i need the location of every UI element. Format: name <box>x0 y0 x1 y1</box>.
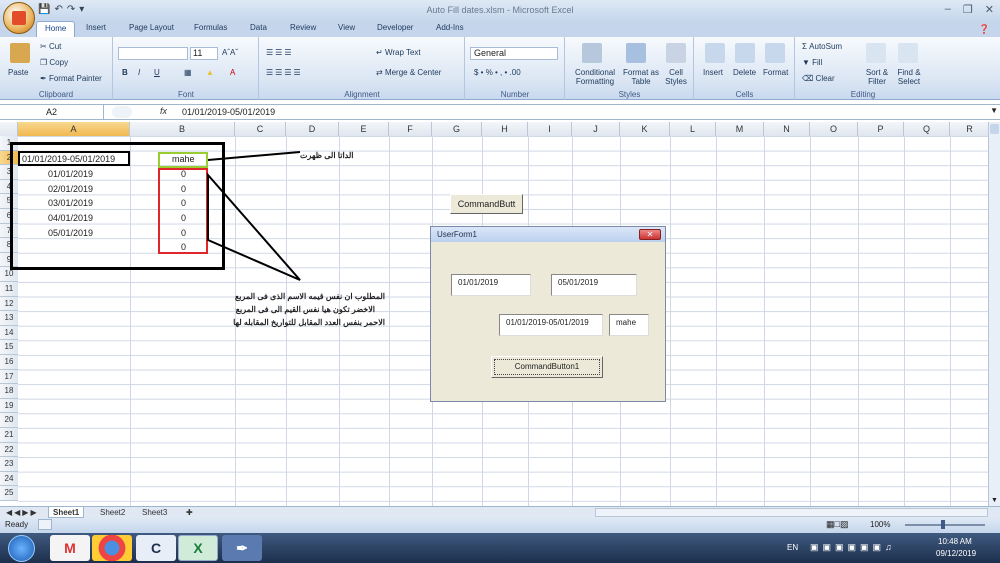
ccleaner-icon[interactable]: C <box>136 535 176 561</box>
taskbar: M C X ✒ EN ▣▣▣▣▣▣♫ 10:48 AM 09/12/2019 <box>0 533 1000 563</box>
textbox-date-range[interactable]: 01/01/2019-05/01/2019 <box>499 314 603 336</box>
horizontal-scrollbar[interactable] <box>595 508 988 517</box>
arrow-green <box>207 151 301 161</box>
zoom-slider[interactable] <box>905 524 985 526</box>
sheet-command-button[interactable]: CommandButt <box>450 194 523 214</box>
annotation-note-2-line-1: المطلوب ان نفس قيمه الاسم الذى فى المربع <box>234 292 385 301</box>
zoom-level[interactable]: 100% <box>870 520 890 529</box>
vertical-scrollbar[interactable]: ▼ <box>988 122 1000 506</box>
office-logo-icon <box>12 11 26 25</box>
start-button[interactable] <box>8 535 35 562</box>
scroll-down-icon[interactable]: ▼ <box>991 497 998 504</box>
close-icon[interactable]: ✕ <box>639 229 661 240</box>
commandbutton1[interactable]: CommandButton1 <box>491 356 603 378</box>
sheet-tab-3[interactable]: Sheet3 <box>138 507 171 518</box>
arrow-red <box>207 172 301 281</box>
gmail-icon[interactable]: M <box>50 535 90 561</box>
office-button[interactable] <box>3 2 35 34</box>
insert-sheet-icon[interactable]: ✚ <box>182 507 197 518</box>
clock-time[interactable]: 10:48 AM <box>938 537 972 546</box>
excel-icon[interactable]: X <box>178 535 218 561</box>
textbox-end-date[interactable]: 05/01/2019 <box>551 274 637 296</box>
scroll-thumb[interactable] <box>990 124 999 134</box>
sheet-tab-bar: ◀◀▶▶ Sheet1 Sheet2 Sheet3 ✚ <box>0 506 1000 518</box>
view-buttons-icon[interactable]: ▦□▨ <box>826 519 848 530</box>
userform-title: UserForm1 <box>431 227 665 242</box>
macro-record-icon[interactable] <box>38 519 52 530</box>
clock-date[interactable]: 09/12/2019 <box>936 549 976 558</box>
status-mode: Ready <box>5 520 29 529</box>
annotation-note-2-line-2: الاخضر تكون هيا نفس القيم الى فى المربع <box>235 305 375 314</box>
sheet-nav-icons[interactable]: ◀◀▶▶ <box>2 507 43 518</box>
zoom-slider-thumb[interactable] <box>941 520 945 529</box>
language-indicator[interactable]: EN <box>787 543 798 552</box>
annotation-note-1: الداتا الى ظهرت <box>300 151 354 160</box>
userform-window: UserForm1 ✕ 01/01/2019 05/01/2019 01/01/… <box>430 226 666 402</box>
textbox-start-date[interactable]: 01/01/2019 <box>451 274 531 296</box>
paint-icon[interactable]: ✒ <box>222 535 262 561</box>
sheet-tab-2[interactable]: Sheet2 <box>96 507 129 518</box>
annotation-note-2-line-3: الاحمر بنفس العدد المقابل للتواريخ المقا… <box>233 318 385 327</box>
chrome-icon[interactable] <box>92 535 132 561</box>
sheet-tab-1[interactable]: Sheet1 <box>48 507 85 518</box>
textbox-name[interactable]: mahe <box>609 314 649 336</box>
status-bar: Ready ▦□▨ 100% <box>0 518 1000 533</box>
tray-icons[interactable]: ▣▣▣▣▣▣♫ <box>810 542 896 553</box>
